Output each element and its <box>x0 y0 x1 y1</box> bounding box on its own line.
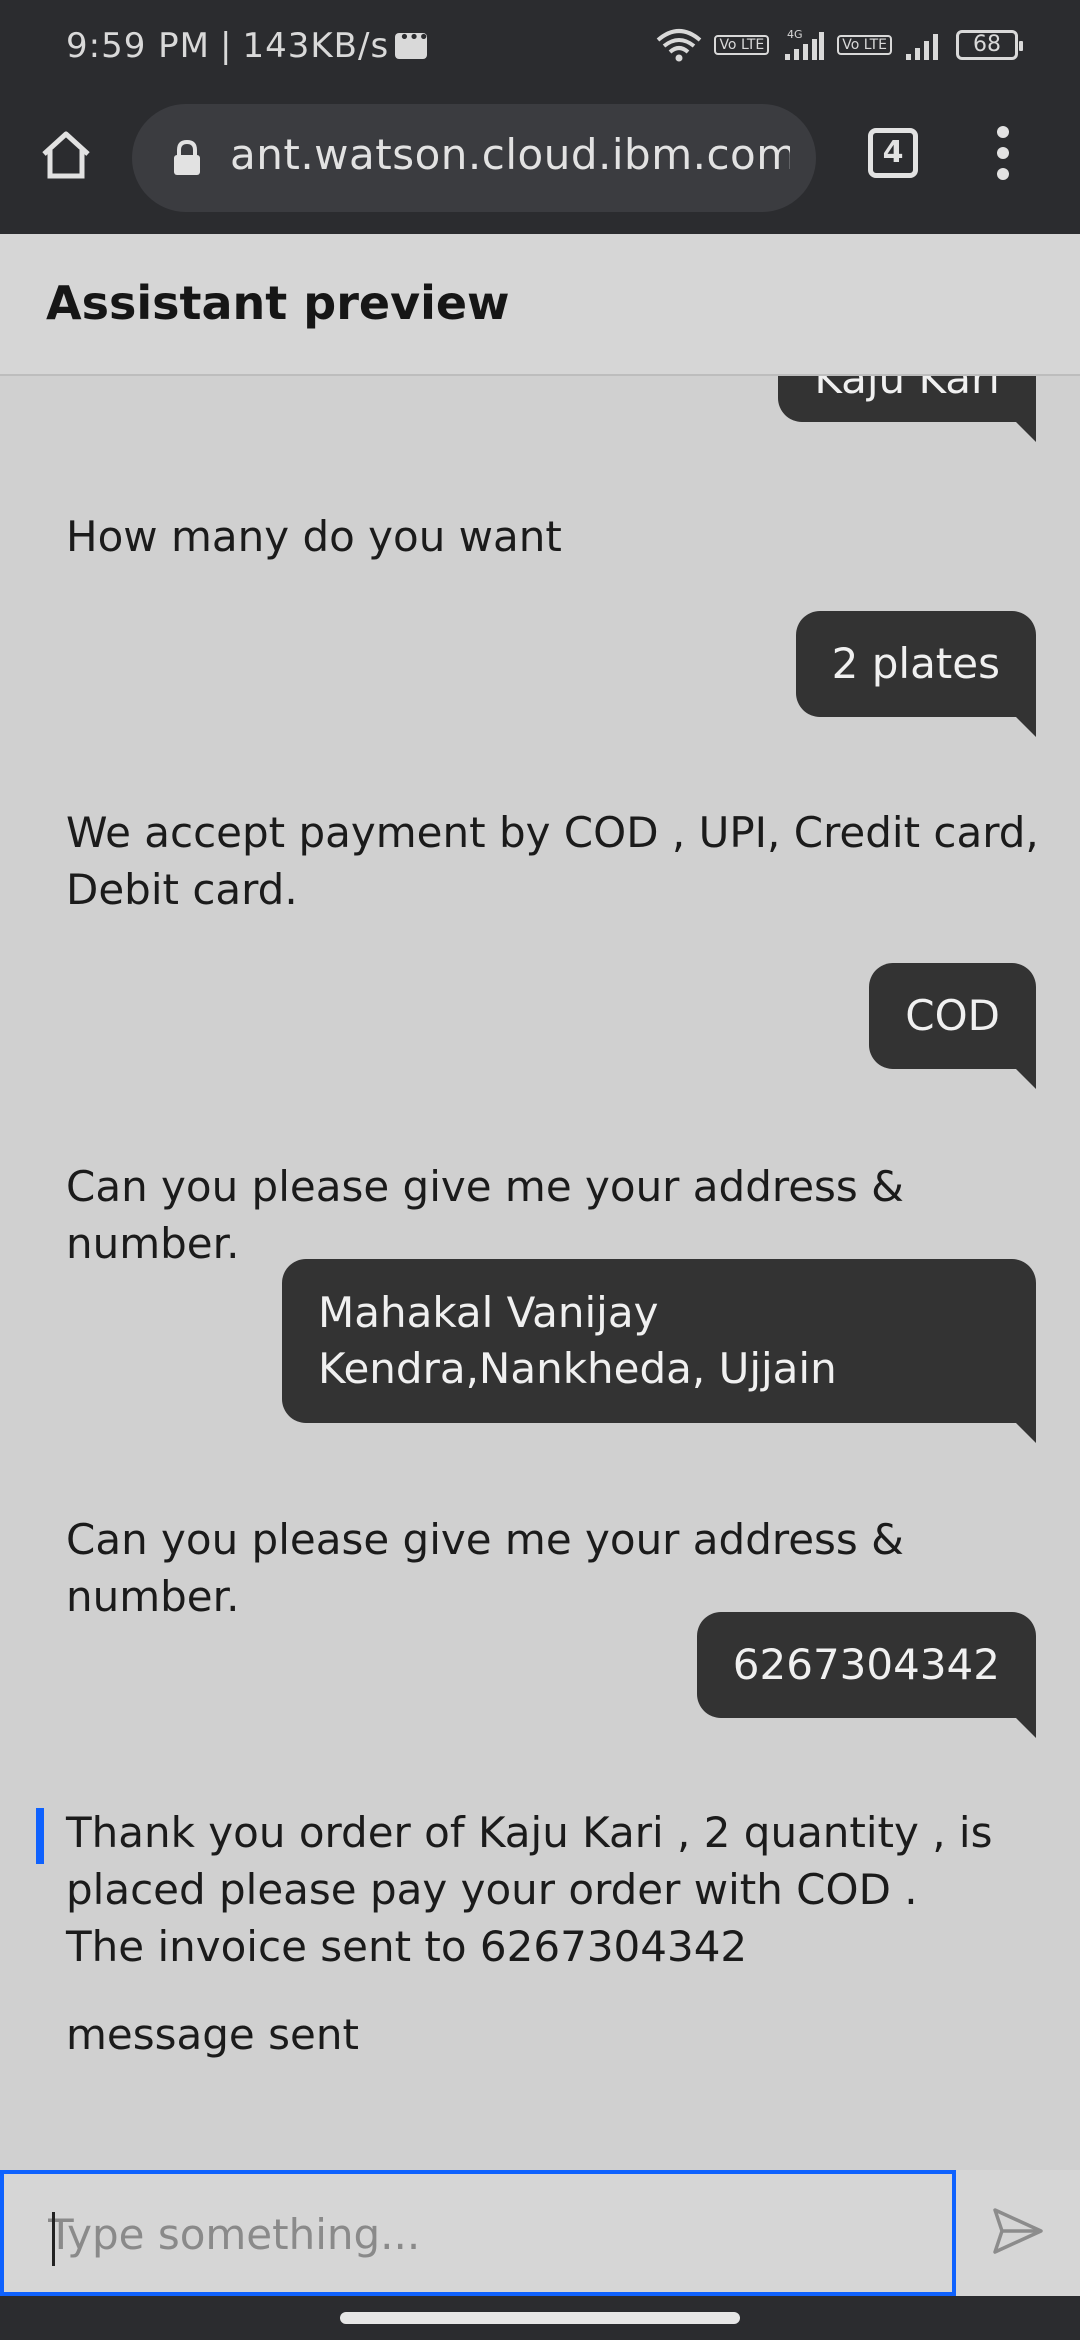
message-input[interactable] <box>48 2204 928 2264</box>
signal-icon <box>904 28 944 62</box>
home-icon[interactable] <box>38 126 94 182</box>
user-message: 6267304342 <box>696 1612 1037 1738</box>
text-caret <box>52 2212 55 2266</box>
url-text: ant.watson.cloud.ibm.com <box>230 130 790 179</box>
message-input-container[interactable] <box>0 2170 956 2296</box>
home-gesture-handle[interactable] <box>340 2312 740 2324</box>
bot-message: How many do you want <box>66 512 562 561</box>
message-notification-icon <box>395 27 428 59</box>
svg-text:4G: 4G <box>787 28 803 41</box>
bot-message: We accept payment by COD , UPI, Credit c… <box>66 808 1039 914</box>
volte-icon-2: Vo LTE <box>837 35 892 55</box>
browser-toolbar: ant.watson.cloud.ibm.com 4 <box>0 96 1080 234</box>
bot-message: Can you please give me your address & nu… <box>66 1162 904 1268</box>
lock-icon <box>172 139 202 176</box>
focus-indicator <box>36 1808 44 1864</box>
page-title: Assistant preview <box>46 276 510 330</box>
user-message: Mahakal Vanijay Kendra,Nankheda, Ujjain <box>282 1259 1036 1443</box>
chat-log[interactable]: Kaju Kari How many do you want 2 plates … <box>0 376 1080 2170</box>
battery-icon: 68 <box>956 30 1023 60</box>
status-bar: 9:59 PM | 143KB/s Vo LTE 4G Vo LTE 68 <box>0 0 1080 96</box>
user-message: 2 plates <box>795 611 1037 737</box>
web-page: Assistant preview Kaju Kari How many do … <box>0 234 1080 2296</box>
send-button[interactable] <box>956 2170 1080 2296</box>
user-message: COD <box>869 963 1036 1089</box>
status-time: 9:59 PM <box>66 26 210 66</box>
bot-message: Can you please give me your address & nu… <box>66 1515 904 1621</box>
volte-icon: Vo LTE <box>714 35 770 55</box>
tab-switcher-button[interactable]: 4 <box>868 128 918 178</box>
bot-message: Thank you order of Kaju Kari , 2 quantit… <box>66 1808 993 1971</box>
page-header: Assistant preview <box>0 234 1080 376</box>
user-message: Kaju Kari <box>778 376 1036 442</box>
status-network-speed: 143KB/s <box>242 26 390 66</box>
wifi-icon <box>656 28 702 62</box>
signal-4g-icon: 4G <box>781 28 825 62</box>
address-bar[interactable]: ant.watson.cloud.ibm.com <box>132 104 816 212</box>
more-options-icon[interactable] <box>990 126 1016 186</box>
system-navigation-bar <box>0 2296 1080 2340</box>
bot-message: message sent <box>66 2010 359 2059</box>
send-icon <box>992 2207 1044 2259</box>
